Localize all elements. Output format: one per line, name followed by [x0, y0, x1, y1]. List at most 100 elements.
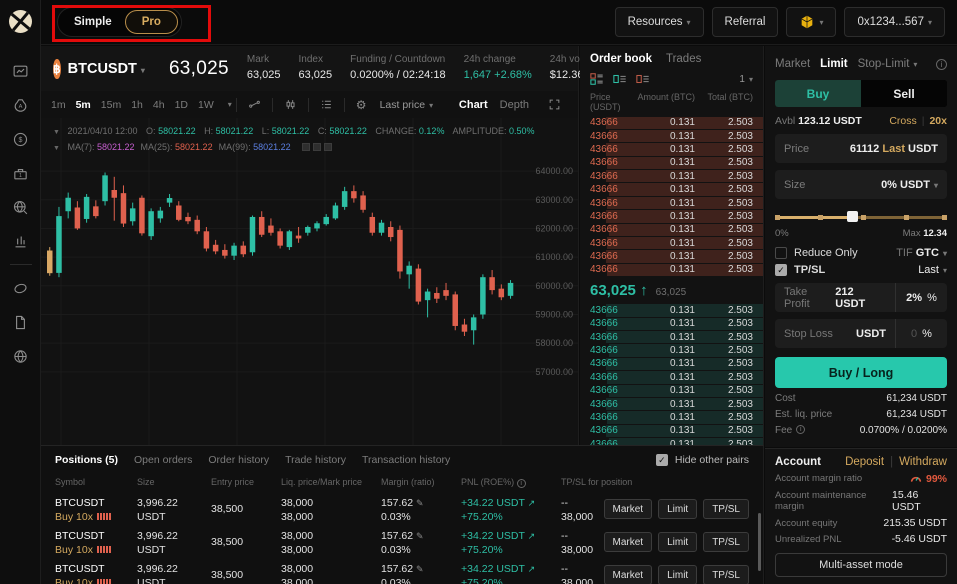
app-logo-icon[interactable]	[9, 10, 32, 33]
order-book-mid[interactable]: 63,025 ↑ 63,025	[580, 277, 763, 304]
positions-tab[interactable]: Order history	[208, 454, 269, 466]
rewards-icon[interactable]: 1	[0, 156, 41, 190]
buy-long-button[interactable]: Buy / Long	[775, 357, 947, 388]
ask-row[interactable]: 436660.1312.503	[580, 143, 763, 156]
ask-row[interactable]: 436660.1312.503	[580, 237, 763, 250]
ask-row[interactable]: 436660.1312.503	[580, 170, 763, 183]
assets-icon[interactable]: A	[0, 88, 41, 122]
bid-row[interactable]: 436660.1312.503	[580, 397, 763, 410]
positions-tab[interactable]: Positions (5)	[55, 454, 118, 466]
resources-dropdown[interactable]: Resources▾	[615, 7, 704, 37]
position-action-market[interactable]: Market	[604, 532, 653, 552]
ask-row[interactable]: 436660.1312.503	[580, 129, 763, 142]
candlestick-chart[interactable]: 64000.0063000.0062000.0061000.0060000.00…	[41, 118, 579, 445]
mode-pro-button[interactable]: Pro	[125, 10, 178, 34]
share-pnl-icon[interactable]: ↗	[528, 564, 536, 574]
bid-row[interactable]: 436660.1312.503	[580, 317, 763, 330]
position-action-limit[interactable]: Limit	[658, 532, 697, 552]
share-pnl-icon[interactable]: ↗	[528, 498, 536, 508]
ask-row[interactable]: 436660.1312.503	[580, 263, 763, 276]
tab-trades[interactable]: Trades	[666, 53, 701, 65]
last-price-button[interactable]: Last	[882, 143, 905, 155]
ask-row[interactable]: 436660.1312.503	[580, 156, 763, 169]
order-type-info-icon[interactable]	[936, 59, 947, 70]
tab-limit[interactable]: Limit	[820, 58, 847, 70]
ask-row[interactable]: 436660.1312.503	[580, 210, 763, 223]
interval-15m[interactable]: 15m	[101, 99, 121, 111]
fee-info-icon[interactable]	[796, 425, 805, 434]
margin-mode-button[interactable]: Cross	[889, 115, 916, 127]
collapse-arrow-icon[interactable]: ▼	[53, 129, 60, 136]
ask-row[interactable]: 436660.1312.503	[580, 116, 763, 129]
mode-simple-button[interactable]: Simple	[61, 16, 125, 28]
tab-depth[interactable]: Depth	[500, 99, 529, 111]
legend-close-icon[interactable]	[324, 143, 332, 151]
withdraw-button[interactable]: Withdraw	[899, 456, 947, 468]
tab-order-book[interactable]: Order book	[590, 53, 652, 65]
price-input[interactable]: Price 61112 Last USDT	[775, 134, 947, 163]
earn-icon[interactable]: $	[0, 122, 41, 156]
referral-button[interactable]: Referral	[712, 7, 779, 37]
bid-row[interactable]: 436660.1312.503	[580, 371, 763, 384]
multi-asset-mode-button[interactable]: Multi-asset mode	[775, 553, 947, 577]
edit-margin-icon[interactable]: ✎	[416, 531, 424, 541]
price-source-dropdown[interactable]: Last price▾	[380, 99, 434, 111]
ask-row[interactable]: 436660.1312.503	[580, 250, 763, 263]
interval-4h[interactable]: 4h	[153, 99, 165, 111]
bid-row[interactable]: 436660.1312.503	[580, 304, 763, 317]
position-action-market[interactable]: Market	[604, 499, 653, 519]
leverage-button[interactable]: 20x	[929, 115, 947, 127]
legend-settings-icon[interactable]	[313, 143, 321, 151]
positions-scrollbar[interactable]	[758, 513, 761, 571]
hide-other-pairs-checkbox[interactable]: ✓	[656, 454, 668, 466]
language-globe-icon[interactable]	[0, 339, 41, 373]
explorer-icon[interactable]	[0, 190, 41, 224]
positions-tab[interactable]: Trade history	[285, 454, 346, 466]
legend-eye-icon[interactable]	[302, 143, 310, 151]
chart-type-icon[interactable]	[248, 98, 261, 111]
interval-1W[interactable]: 1W	[198, 99, 214, 111]
book-view-bids-icon[interactable]	[613, 72, 627, 86]
bid-row[interactable]: 436660.1312.503	[580, 357, 763, 370]
chevron-down-icon[interactable]: ▾	[228, 100, 232, 109]
sell-tab[interactable]: Sell	[861, 80, 947, 107]
interval-1D[interactable]: 1D	[175, 99, 188, 111]
edit-margin-icon[interactable]: ✎	[416, 498, 424, 508]
stop-loss-input[interactable]: Stop Loss USDT 0%	[775, 319, 947, 348]
hide-other-pairs-toggle[interactable]: ✓ Hide other pairs	[656, 454, 749, 466]
precision-dropdown[interactable]: 1▾	[739, 74, 753, 85]
bid-row[interactable]: 436660.1312.503	[580, 411, 763, 424]
trigger-price-dropdown[interactable]: Last▾	[918, 264, 947, 276]
size-slider[interactable]	[775, 212, 947, 222]
slider-handle[interactable]	[847, 211, 858, 222]
tab-market[interactable]: Market	[775, 58, 810, 70]
collapse-arrow-icon[interactable]: ▼	[53, 145, 60, 152]
tpsl-checkbox[interactable]: ✓	[775, 264, 787, 276]
pnl-info-icon[interactable]	[517, 479, 526, 488]
candles-icon[interactable]	[284, 98, 297, 111]
position-action-tpsl[interactable]: TP/SL	[703, 565, 749, 584]
ask-row[interactable]: 436660.1312.503	[580, 183, 763, 196]
share-pnl-icon[interactable]: ↗	[528, 531, 536, 541]
stats-icon[interactable]	[0, 224, 41, 258]
interval-1m[interactable]: 1m	[51, 99, 66, 111]
network-dropdown[interactable]: ▾	[786, 7, 836, 37]
ask-row[interactable]: 436660.1312.503	[580, 223, 763, 236]
reduce-only-checkbox[interactable]	[775, 247, 787, 259]
buy-tab[interactable]: Buy	[775, 80, 861, 107]
position-action-limit[interactable]: Limit	[658, 565, 697, 584]
edit-margin-icon[interactable]: ✎	[416, 564, 424, 574]
bid-row[interactable]: 436660.1312.503	[580, 344, 763, 357]
take-profit-input[interactable]: Take Profit212 USDT 2%%	[775, 283, 947, 312]
bid-row[interactable]: 436660.1312.503	[580, 330, 763, 343]
interval-1h[interactable]: 1h	[131, 99, 143, 111]
deposit-button[interactable]: Deposit	[845, 456, 884, 468]
orbit-icon[interactable]	[0, 271, 41, 305]
trade-terminal-icon[interactable]	[0, 54, 41, 88]
docs-icon[interactable]	[0, 305, 41, 339]
chart-settings-gear-icon[interactable]: ⚙	[356, 98, 367, 112]
position-action-tpsl[interactable]: TP/SL	[703, 532, 749, 552]
position-action-limit[interactable]: Limit	[658, 499, 697, 519]
position-action-tpsl[interactable]: TP/SL	[703, 499, 749, 519]
ask-row[interactable]: 436660.1312.503	[580, 196, 763, 209]
